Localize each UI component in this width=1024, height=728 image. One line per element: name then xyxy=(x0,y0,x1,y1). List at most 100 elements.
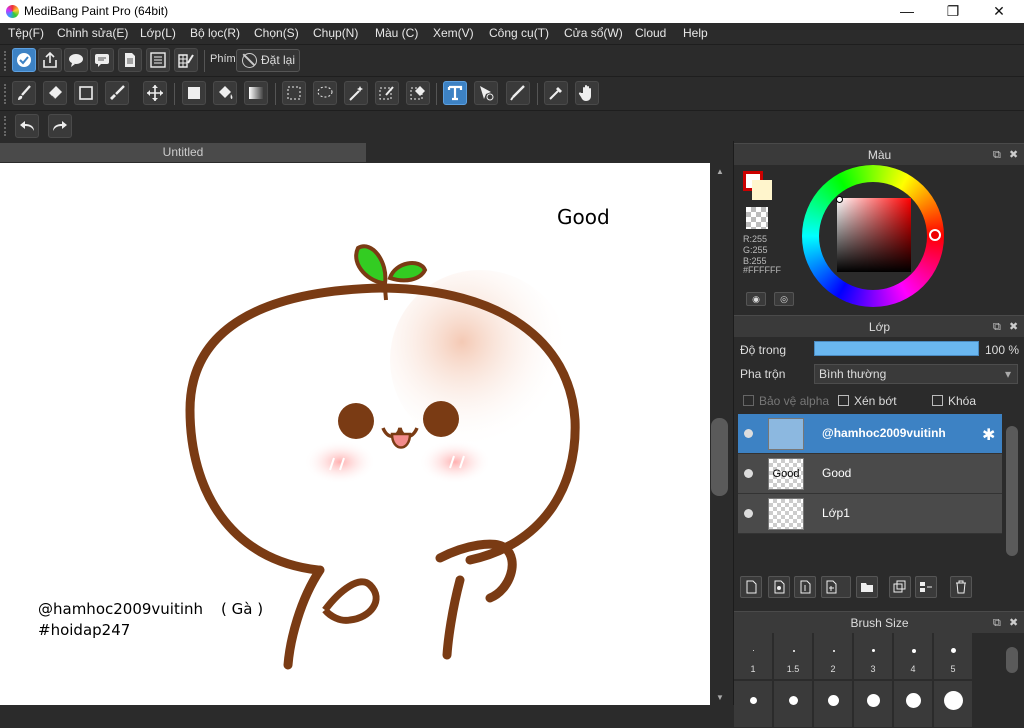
eraser-tool-button[interactable] xyxy=(43,81,67,105)
brush-tool-button[interactable] xyxy=(12,81,36,105)
panel-close-icon[interactable]: ✖ xyxy=(1009,612,1018,634)
menu-file[interactable]: Tệp(F) xyxy=(8,26,44,40)
maximize-button[interactable]: ❐ xyxy=(930,0,976,23)
brush-size-cell[interactable]: 5 xyxy=(934,633,973,680)
layer-row[interactable]: Lớp1 xyxy=(738,494,1002,534)
select-tool-button[interactable] xyxy=(282,81,306,105)
new-layer-button[interactable] xyxy=(740,576,762,598)
drawing-canvas[interactable]: Good @hamhoc2009vuitinh ( Gà ) #hoidap24… xyxy=(0,163,710,705)
title-bar: MediBang Paint Pro (64bit) — ❐ ✕ xyxy=(0,0,1024,23)
visibility-icon[interactable] xyxy=(744,469,753,478)
color-history-icon[interactable]: ◎ xyxy=(774,292,794,306)
popout-icon[interactable]: ⧉ xyxy=(993,612,1001,634)
document-tab[interactable]: Untitled xyxy=(0,143,366,162)
layer-name: Lớp1 xyxy=(822,506,850,520)
canvas-scrollbar[interactable]: ▲ ▼ xyxy=(710,163,730,705)
brush-size-cell[interactable]: 3 xyxy=(854,633,893,680)
clipping-checkbox[interactable] xyxy=(838,395,849,406)
layer-settings-gear-icon[interactable]: ✱ xyxy=(982,425,995,445)
menu-color[interactable]: Màu (C) xyxy=(375,26,418,40)
bucket-tool-button[interactable] xyxy=(213,81,237,105)
select-eraser-tool-button[interactable] xyxy=(406,81,430,105)
menu-view[interactable]: Xem(V) xyxy=(433,26,474,40)
background-color-swatch[interactable] xyxy=(752,180,772,200)
minimize-button[interactable]: — xyxy=(884,0,930,23)
menu-window[interactable]: Cửa sổ(W) xyxy=(564,26,623,40)
layer-scrollbar[interactable] xyxy=(1004,414,1020,564)
undo-button[interactable] xyxy=(15,114,39,138)
move-tool-button[interactable] xyxy=(143,81,167,105)
panel-cut-tool-button[interactable] xyxy=(506,81,530,105)
palette-icon[interactable]: ◉ xyxy=(746,292,766,306)
brush-size-cell[interactable]: 2 xyxy=(814,633,853,680)
opacity-slider[interactable] xyxy=(814,341,979,356)
brush-scrollbar[interactable] xyxy=(1004,633,1020,705)
protect-alpha-checkbox[interactable] xyxy=(743,395,754,406)
visibility-icon[interactable] xyxy=(744,509,753,518)
select-pen-tool-button[interactable] xyxy=(375,81,399,105)
comment-button[interactable] xyxy=(64,48,88,72)
lock-checkbox[interactable] xyxy=(932,395,943,406)
transparent-color-swatch[interactable] xyxy=(746,207,768,229)
blur-tool-button[interactable] xyxy=(105,81,129,105)
sv-picker-handle[interactable] xyxy=(836,196,843,203)
message-button[interactable] xyxy=(90,48,114,72)
new-folder-button[interactable] xyxy=(856,576,878,598)
layer-panel-title: Lớp xyxy=(868,320,891,334)
page-button[interactable] xyxy=(118,48,142,72)
lasso-tool-button[interactable] xyxy=(313,81,337,105)
delete-layer-button[interactable] xyxy=(950,576,972,598)
menu-snap[interactable]: Chụp(N) xyxy=(313,26,358,40)
menu-layer[interactable]: Lớp(L) xyxy=(140,26,176,40)
merge-layer-button[interactable] xyxy=(915,576,937,598)
brush-size-cell[interactable]: 4 xyxy=(894,633,933,680)
close-button[interactable]: ✕ xyxy=(976,0,1022,23)
page-list-button[interactable] xyxy=(146,48,170,72)
text-tool-button[interactable] xyxy=(443,81,467,105)
reset-button[interactable]: Đặt lại xyxy=(236,49,300,72)
menu-filter[interactable]: Bộ lọc(R) xyxy=(190,26,240,40)
page-grid-button[interactable] xyxy=(174,48,198,72)
share-button[interactable] xyxy=(38,48,62,72)
visibility-icon[interactable] xyxy=(744,429,753,438)
scroll-thumb[interactable] xyxy=(711,418,728,496)
blend-mode-select[interactable]: Bình thường xyxy=(814,364,1018,384)
scroll-up-icon[interactable]: ▲ xyxy=(716,167,724,176)
saturation-value-square[interactable] xyxy=(837,198,911,272)
layer-scroll-thumb[interactable] xyxy=(1006,426,1018,556)
redo-button[interactable] xyxy=(48,114,72,138)
layer-row[interactable]: Good Good xyxy=(738,454,1002,494)
fill-shape-tool-button[interactable] xyxy=(182,81,206,105)
duplicate-layer-button[interactable] xyxy=(889,576,911,598)
menu-cloud[interactable]: Cloud xyxy=(635,26,666,40)
popout-icon[interactable]: ⧉ xyxy=(993,144,1001,166)
panel-close-icon[interactable]: ✖ xyxy=(1009,144,1018,166)
new-halftone-layer-button[interactable] xyxy=(768,576,790,598)
menu-help[interactable]: Help xyxy=(683,26,708,40)
panel-close-icon[interactable]: ✖ xyxy=(1009,316,1018,338)
folder-icon xyxy=(861,583,873,592)
magic-wand-tool-button[interactable] xyxy=(344,81,368,105)
hue-picker-handle[interactable] xyxy=(929,229,941,241)
brush-size-cell[interactable]: 1.5 xyxy=(774,633,813,680)
gradient-tool-button[interactable] xyxy=(244,81,268,105)
dot-tool-button[interactable] xyxy=(74,81,98,105)
operation-tool-button[interactable] xyxy=(474,81,498,105)
panel-divider-icon xyxy=(510,85,525,101)
menu-tools[interactable]: Công cụ(T) xyxy=(489,26,549,40)
menu-select[interactable]: Chọn(S) xyxy=(254,26,299,40)
cloud-check-button[interactable] xyxy=(12,48,36,72)
select-pen-icon xyxy=(379,86,394,100)
hand-tool-button[interactable] xyxy=(575,81,599,105)
menu-edit[interactable]: Chỉnh sửa(E) xyxy=(57,26,128,40)
scroll-down-icon[interactable]: ▼ xyxy=(716,693,724,702)
new-8bit-layer-button[interactable] xyxy=(794,576,816,598)
layer-row[interactable]: @hamhoc2009vuitinh ✱ xyxy=(738,414,1002,454)
eyedropper-tool-button[interactable] xyxy=(544,81,568,105)
add-layer-menu-button[interactable] xyxy=(821,576,851,598)
lock-label: Khóa xyxy=(948,394,977,408)
popout-icon[interactable]: ⧉ xyxy=(993,316,1001,338)
brush-scroll-thumb[interactable] xyxy=(1006,647,1018,673)
brush-size-cell[interactable]: 1 xyxy=(734,633,773,680)
toolbar-divider xyxy=(537,83,538,105)
